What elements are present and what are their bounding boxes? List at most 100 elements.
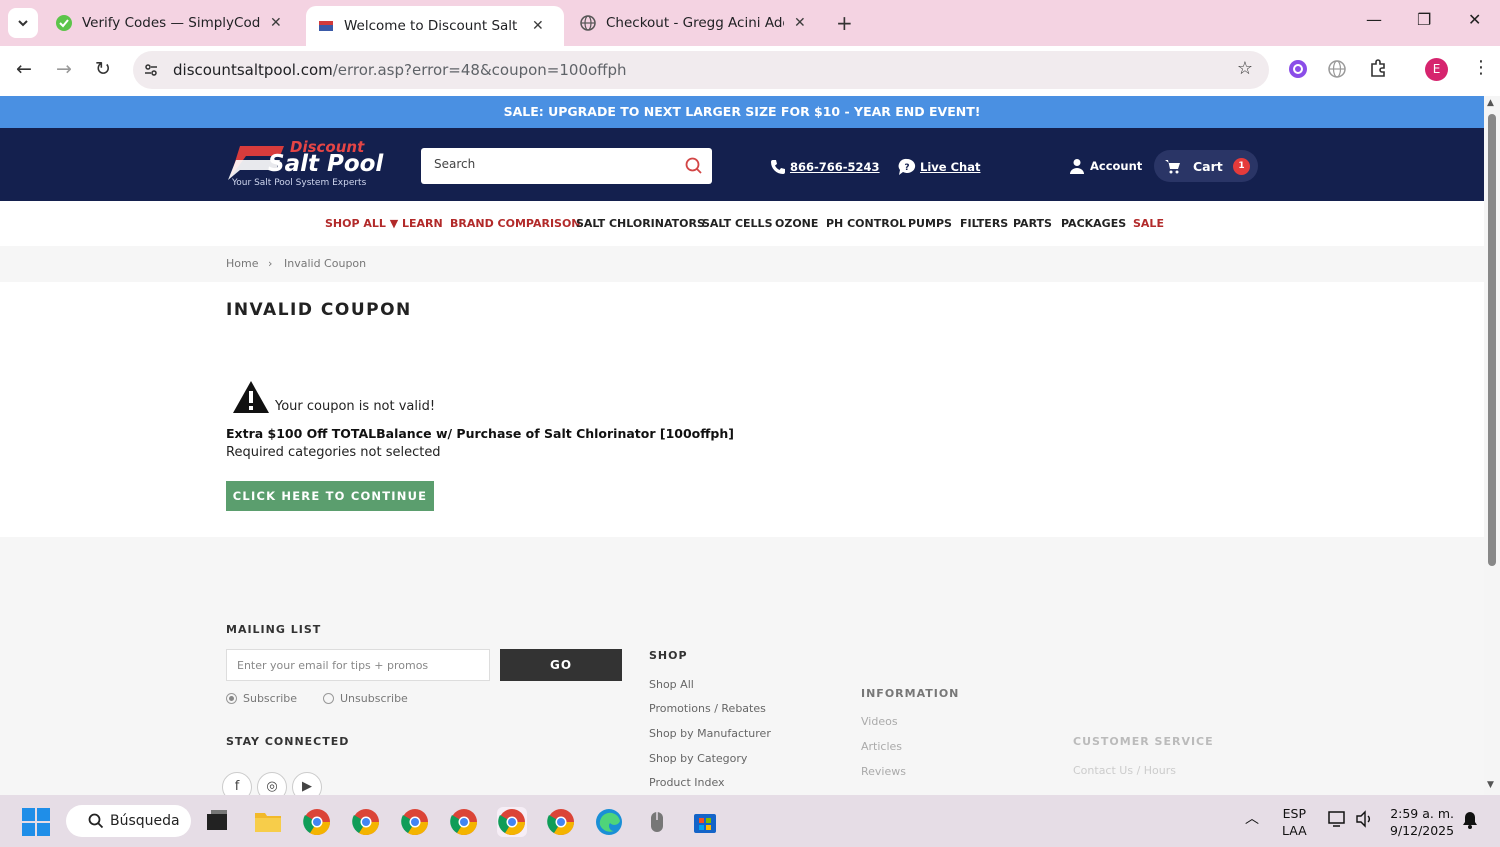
footer-link[interactable]: Contact Us / Hours (1073, 764, 1176, 777)
footer-link[interactable]: Shop All (649, 678, 694, 691)
extension-purple-icon[interactable] (1288, 59, 1308, 79)
warning-icon (233, 381, 269, 413)
close-icon[interactable]: ✕ (794, 15, 806, 31)
email-field[interactable] (237, 659, 477, 672)
nav-ozone[interactable]: OZONE (775, 217, 818, 230)
nav-learn[interactable]: LEARN (402, 217, 443, 230)
footer-link[interactable]: Promotions / Rebates (649, 702, 766, 715)
windows-taskbar: Búsqueda ︿ ESP LAA 2:59 a. m. 9/12/2025 (0, 795, 1500, 847)
subscribe-radio[interactable]: Subscribe (226, 692, 297, 705)
file-explorer-icon[interactable] (253, 807, 283, 837)
account-link[interactable]: Account (1070, 158, 1142, 174)
window-close-icon[interactable]: ✕ (1468, 10, 1481, 29)
footer-link[interactable]: Reviews (861, 765, 906, 778)
facebook-icon[interactable]: f (222, 772, 252, 795)
nav-packages[interactable]: PACKAGES (1061, 217, 1126, 230)
site-header: Discount Salt Pool Your Salt Pool System… (0, 128, 1484, 201)
chrome-profile-2-icon[interactable] (351, 807, 381, 837)
tab-checkout[interactable]: Checkout - Gregg Acini Adoree ✕ (568, 6, 818, 40)
tab-title: Checkout - Gregg Acini Adoree (606, 15, 784, 31)
scroll-up-icon[interactable]: ▲ (1487, 98, 1494, 108)
nav-parts[interactable]: PARTS (1013, 217, 1052, 230)
close-icon[interactable]: ✕ (270, 15, 282, 31)
search-icon[interactable] (684, 156, 704, 176)
input-language[interactable]: ESP LAA (1282, 805, 1307, 839)
nav-brand-comparison[interactable]: BRAND COMPARISON (450, 217, 581, 230)
footer-link[interactable]: Product Index (649, 776, 725, 789)
system-clock[interactable]: 2:59 a. m. 9/12/2025 (1390, 805, 1454, 839)
bookmark-star-icon[interactable]: ☆ (1237, 58, 1253, 79)
globe-extension-icon[interactable] (1327, 59, 1347, 79)
extensions-puzzle-icon[interactable] (1368, 58, 1388, 78)
nav-salt-chlorinators[interactable]: SALT CHLORINATORS (576, 217, 705, 230)
information-heading: INFORMATION (861, 687, 960, 700)
taskbar-search-label: Búsqueda (110, 813, 180, 829)
site-search-input[interactable] (434, 157, 674, 171)
youtube-icon[interactable]: ▶ (292, 772, 322, 795)
minimize-icon[interactable]: — (1366, 10, 1382, 29)
url-text[interactable]: discountsaltpool.com/error.asp?error=48&… (173, 61, 627, 79)
breadcrumb: Home › Invalid Coupon (0, 246, 1484, 282)
microsoft-store-icon[interactable] (691, 807, 721, 837)
breadcrumb-current: Invalid Coupon (284, 257, 367, 270)
network-monitor-icon[interactable] (1328, 810, 1348, 828)
breadcrumb-home[interactable]: Home (226, 257, 258, 270)
show-hidden-icons-chevron-up-icon[interactable]: ︿ (1245, 811, 1259, 828)
search-icon (88, 813, 104, 829)
new-tab-plus-icon[interactable]: + (836, 11, 853, 35)
menu-kebab-icon[interactable]: ⋮ (1472, 57, 1490, 78)
restore-icon[interactable]: ❐ (1417, 10, 1431, 29)
taskbar-search[interactable]: Búsqueda (66, 805, 191, 837)
invalid-reason: Required categories not selected (226, 445, 441, 460)
sale-banner[interactable]: SALE: UPGRADE TO NEXT LARGER SIZE FOR $1… (0, 96, 1484, 128)
notification-bell-icon[interactable] (1462, 811, 1478, 829)
windows-start-icon[interactable] (22, 808, 50, 836)
mouse-app-icon[interactable] (643, 807, 673, 837)
live-chat-link[interactable]: ? Live Chat (898, 158, 980, 176)
edge-browser-icon[interactable] (594, 807, 624, 837)
chrome-profile-3-icon[interactable] (400, 807, 430, 837)
go-button[interactable]: GO (500, 649, 622, 681)
chrome-profile-active-icon[interactable] (497, 807, 527, 837)
footer-link[interactable]: Shop by Manufacturer (649, 727, 771, 740)
user-icon (1070, 159, 1084, 174)
site-info-icon[interactable] (143, 62, 159, 78)
nav-sale[interactable]: SALE (1133, 217, 1164, 230)
footer-link[interactable]: Articles (861, 740, 902, 753)
chrome-profile-1-icon[interactable] (302, 807, 332, 837)
nav-shop-all[interactable]: SHOP ALL ▼ (325, 217, 398, 230)
address-bar[interactable]: discountsaltpool.com/error.asp?error=48&… (133, 51, 1269, 89)
tab-discount-salt-pool[interactable]: Welcome to Discount Salt Pool ✕ (306, 6, 564, 46)
forward-arrow-icon[interactable]: → (56, 58, 72, 80)
scrollbar-thumb[interactable] (1488, 114, 1496, 566)
task-view-icon[interactable] (203, 807, 233, 837)
footer-link[interactable]: Shop by Category (649, 752, 747, 765)
instagram-icon[interactable]: ◎ (257, 772, 287, 795)
nav-salt-cells[interactable]: SALT CELLS (702, 217, 773, 230)
page-scrollbar[interactable]: ▲ ▼ (1484, 96, 1500, 795)
tab-simplycodes[interactable]: Verify Codes — SimplyCodes ✕ (44, 6, 294, 40)
back-arrow-icon[interactable]: ← (16, 58, 32, 80)
account-label: Account (1090, 159, 1143, 173)
chrome-profile-4-icon[interactable] (449, 807, 479, 837)
tab-search-button[interactable] (8, 8, 38, 38)
page-title: INVALID COUPON (226, 300, 412, 320)
stay-connected-heading: STAY CONNECTED (226, 735, 350, 748)
nav-ph-control[interactable]: PH CONTROL (826, 217, 906, 230)
cart-button[interactable]: Cart 1 (1154, 150, 1258, 182)
footer-link[interactable]: Videos (861, 715, 898, 728)
reload-icon[interactable]: ↻ (95, 58, 111, 80)
close-icon[interactable]: ✕ (532, 18, 544, 34)
breadcrumb-separator: › (268, 257, 273, 270)
shop-heading: SHOP (649, 649, 688, 662)
volume-speaker-icon[interactable] (1355, 810, 1375, 828)
scroll-down-icon[interactable]: ▼ (1487, 780, 1494, 790)
nav-filters[interactable]: FILTERS (960, 217, 1008, 230)
site-logo[interactable]: Discount Salt Pool Your Salt Pool System… (226, 138, 391, 190)
nav-pumps[interactable]: PUMPS (908, 217, 952, 230)
unsubscribe-radio[interactable]: Unsubscribe (323, 692, 408, 705)
continue-button[interactable]: CLICK HERE TO CONTINUE (226, 481, 434, 511)
chrome-profile-6-icon[interactable] (546, 807, 576, 837)
profile-avatar[interactable]: E (1425, 58, 1448, 81)
phone-link[interactable]: 866-766-5243 (769, 158, 880, 176)
